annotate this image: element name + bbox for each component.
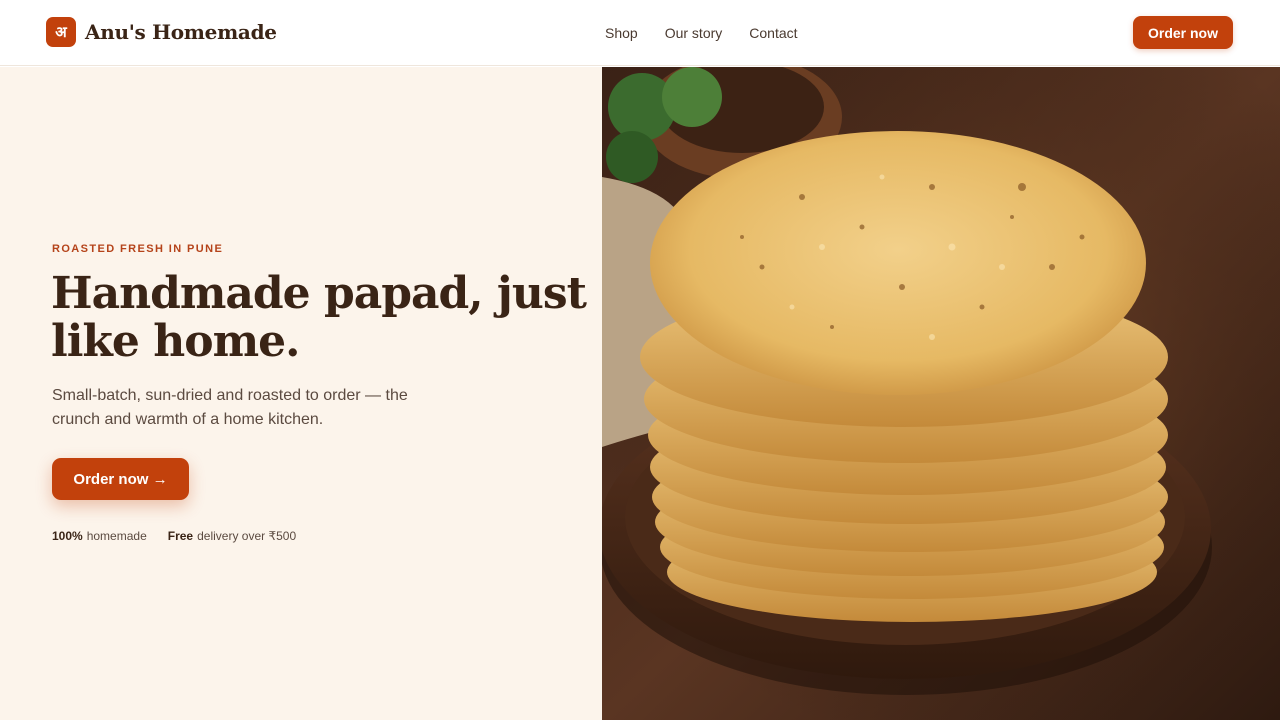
badge-text: delivery over ₹500 (197, 529, 297, 543)
hero-image (602, 67, 1280, 720)
logo-mark-icon: अ (46, 17, 76, 47)
nav-link-contact[interactable]: Contact (749, 25, 797, 41)
site-header: अ Anu's Homemade Shop Our story Contact … (0, 0, 1280, 66)
header-order-now-button[interactable]: Order now (1133, 16, 1233, 49)
badge-strong: Free (167, 529, 194, 543)
badge-text: homemade (86, 529, 147, 543)
hero-subtext: Small-batch, sun-dried and roasted to or… (52, 387, 408, 428)
hero-headline: Handmade papad, just like home. (51, 268, 587, 367)
hero-order-now-button[interactable]: Order now → (52, 458, 189, 500)
badge-strong: 100% (52, 529, 83, 543)
hero-eyebrow: ROASTED FRESH IN PUNE (52, 243, 224, 255)
nav-link-shop[interactable]: Shop (605, 25, 638, 41)
brand-logo[interactable]: अ Anu's Homemade (46, 17, 277, 47)
main-nav: Shop Our story Contact (605, 25, 798, 41)
papad-stack-illustration (602, 67, 1280, 720)
nav-link-our-story[interactable]: Our story (665, 25, 723, 41)
brand-name: Anu's Homemade (85, 20, 277, 44)
badge-homemade: 100% homemade (52, 529, 147, 543)
badge-free-delivery: Free delivery over ₹500 (168, 529, 296, 543)
hero-badges: 100% homemade Free delivery over ₹500 (52, 529, 296, 543)
